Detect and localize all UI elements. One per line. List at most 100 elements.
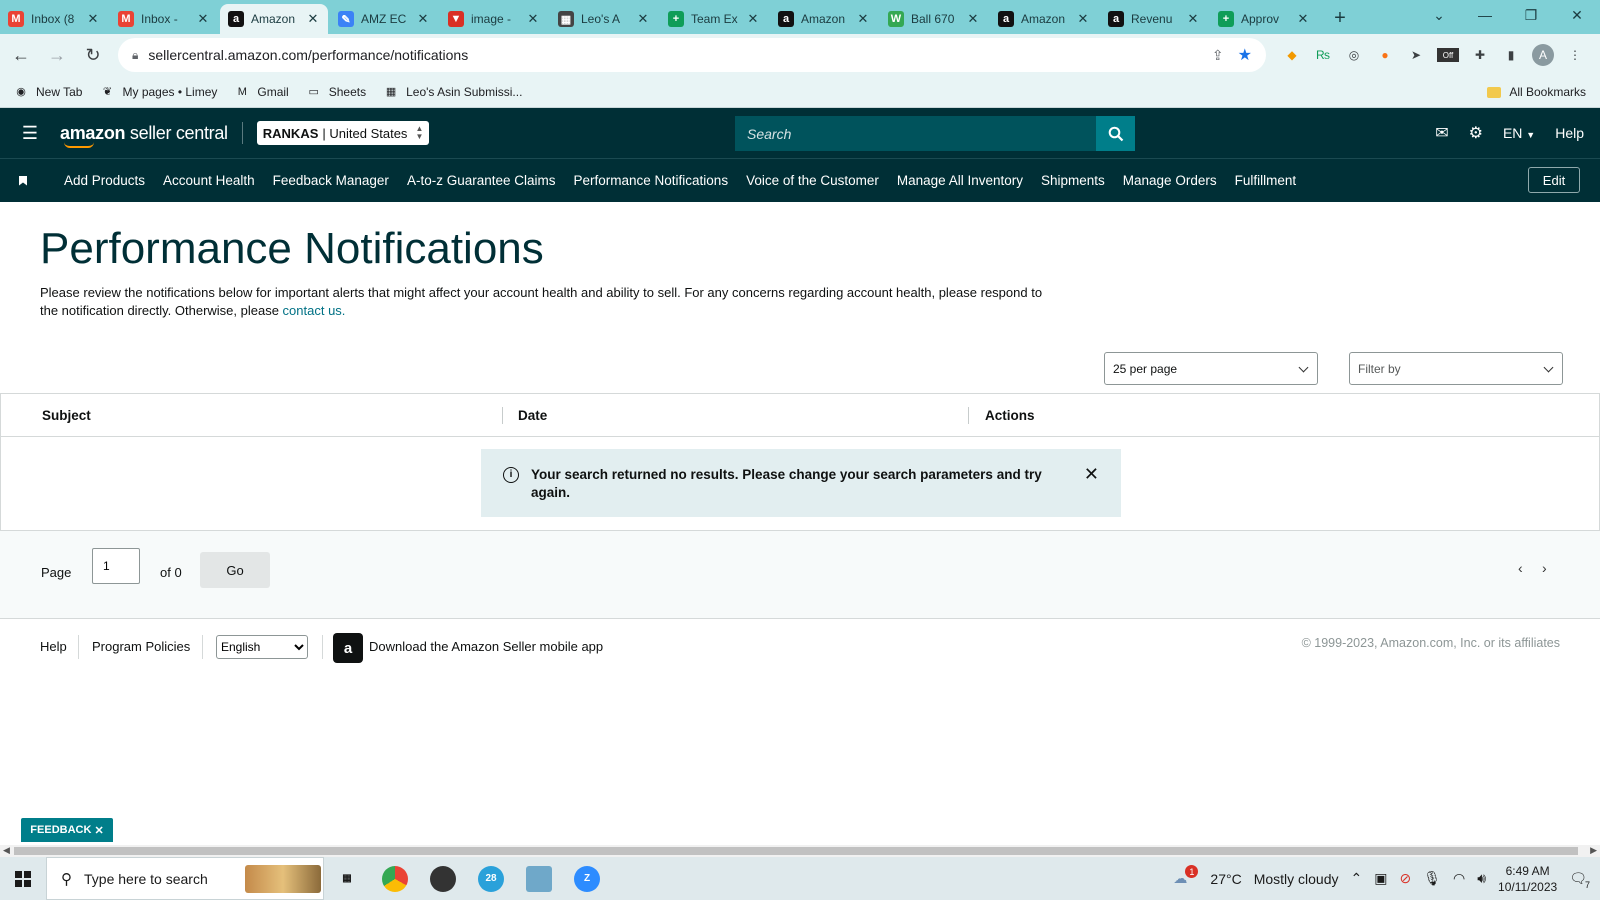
close-tab-icon[interactable]: ✕ (196, 11, 210, 27)
puzzle-icon[interactable]: ✚ (1470, 45, 1490, 65)
close-tab-icon[interactable]: ✕ (1296, 11, 1310, 27)
windows-start-icon[interactable] (0, 870, 46, 887)
account-switcher[interactable]: RANKAS | United States ▲ ▼ (256, 121, 430, 145)
nav-item[interactable]: Account Health (163, 173, 255, 188)
nav-item[interactable]: Performance Notifications (574, 173, 729, 188)
bookmark-item[interactable]: ◉ New Tab (14, 85, 82, 99)
close-tab-icon[interactable]: ✕ (526, 11, 540, 27)
restore-icon[interactable]: ❐ (1508, 0, 1554, 30)
nav-item[interactable]: Manage All Inventory (897, 173, 1023, 188)
chrome-icon[interactable] (382, 865, 408, 892)
weather-temp[interactable]: 27°C (1210, 871, 1241, 887)
close-tab-icon[interactable]: ✕ (746, 11, 760, 27)
column-header-subject[interactable]: Subject (42, 408, 91, 423)
clock[interactable]: 6:49 AM 10/11/2023 (1498, 863, 1557, 895)
task-view-icon[interactable]: ▦ (334, 866, 360, 892)
nav-item[interactable]: Feedback Manager (273, 173, 389, 188)
close-tab-icon[interactable]: ✕ (1076, 11, 1090, 27)
close-tab-icon[interactable]: ✕ (1186, 11, 1200, 27)
footer-language-select[interactable]: English (216, 635, 308, 659)
amazon-seller-central-logo[interactable]: amazon seller central (60, 123, 228, 148)
side-panel-icon[interactable]: ▮ (1501, 45, 1521, 65)
browser-tab[interactable]: a Amazon ✕ (770, 4, 878, 34)
browser-tab[interactable]: ▦ Leo's A ✕ (550, 4, 658, 34)
nav-item[interactable]: Fulfillment (1235, 173, 1297, 188)
download-app-link[interactable]: Download the Amazon Seller mobile app (369, 639, 603, 654)
extension-off-icon[interactable]: Off (1437, 48, 1459, 62)
browser-tab[interactable]: ▼ image - ✕ (440, 4, 548, 34)
menu-kebab-icon[interactable]: ⋮ (1565, 45, 1585, 65)
nav-item[interactable]: Add Products (64, 173, 145, 188)
bookmark-item[interactable]: ❦ My pages • Limey (100, 85, 218, 99)
nav-item[interactable]: Manage Orders (1123, 173, 1217, 188)
forward-icon[interactable]: → (42, 40, 72, 70)
wifi-icon[interactable]: ◠ (1453, 870, 1465, 887)
meet-icon[interactable]: ▣ (1374, 870, 1387, 887)
browser-tab[interactable]: a Revenu ✕ (1100, 4, 1208, 34)
gear-icon[interactable]: ⚙ (1469, 123, 1483, 143)
weather-desc[interactable]: Mostly cloudy (1254, 871, 1339, 887)
column-header-date[interactable]: Date (518, 408, 547, 423)
reload-icon[interactable]: ↻ (78, 40, 108, 70)
horizontal-scrollbar[interactable]: ◀ ▶ (0, 845, 1600, 857)
footer-help-link[interactable]: Help (40, 639, 67, 654)
mail-icon[interactable]: ✉ (1435, 123, 1448, 143)
browser-tab[interactable]: a Amazon ✕ (220, 4, 328, 34)
close-window-icon[interactable]: ✕ (1554, 0, 1600, 30)
notepad-icon[interactable] (526, 865, 552, 892)
scrollbar-thumb[interactable] (14, 847, 1578, 855)
browser-tab[interactable]: M Inbox - ✕ (110, 4, 218, 34)
next-page-icon[interactable]: › (1542, 560, 1547, 576)
browser-tab[interactable]: + Approv ✕ (1210, 4, 1318, 34)
extension-icon[interactable]: ◎ (1344, 45, 1364, 65)
url-field[interactable]: 🔒︎ sellercentral.amazon.com/performance/… (118, 38, 1266, 72)
browser-tab[interactable]: + Team Ex ✕ (660, 4, 768, 34)
browser-tab[interactable]: M Inbox (8 ✕ (0, 4, 108, 34)
scroll-right-icon[interactable]: ▶ (1590, 845, 1597, 856)
close-tab-icon[interactable]: ✕ (636, 11, 650, 27)
header-search-input[interactable] (735, 116, 1096, 151)
bookmark-icon[interactable] (0, 175, 46, 186)
browser-tab[interactable]: ✎ AMZ EC ✕ (330, 4, 438, 34)
program-policies-link[interactable]: Program Policies (92, 639, 190, 654)
back-icon[interactable]: ← (6, 40, 36, 70)
amazon-app-icon[interactable]: a (333, 633, 363, 663)
bookmark-item[interactable]: ▭ Sheets (307, 85, 367, 99)
extension-icon[interactable]: ➤ (1406, 45, 1426, 65)
close-tab-icon[interactable]: ✕ (86, 11, 100, 27)
profile-avatar[interactable]: A (1532, 44, 1554, 66)
prev-page-icon[interactable]: ‹ (1518, 560, 1523, 576)
scroll-left-icon[interactable]: ◀ (3, 845, 10, 856)
per-page-dropdown[interactable]: 25 per page (1104, 352, 1318, 385)
extension-icon[interactable]: ₨ (1313, 45, 1333, 65)
contact-us-link[interactable]: contact us. (283, 303, 346, 318)
search-button[interactable] (1096, 116, 1135, 151)
edit-nav-button[interactable]: Edit (1528, 167, 1580, 193)
zoom-icon[interactable]: Z (574, 865, 600, 892)
bookmark-star-icon[interactable]: ★ (1238, 45, 1252, 65)
feedback-tab[interactable]: FEEDBACK ✕ (21, 818, 113, 842)
close-icon[interactable]: ✕ (94, 824, 103, 837)
bookmark-item[interactable]: ▦ Leo's Asin Submissi... (384, 85, 523, 99)
chrome-alt-icon[interactable] (430, 865, 456, 892)
nav-item[interactable]: A-to-z Guarantee Claims (407, 173, 556, 188)
bookmark-item[interactable]: M Gmail (235, 85, 289, 99)
all-bookmarks[interactable]: All Bookmarks (1487, 76, 1586, 108)
new-tab-button[interactable]: + (1326, 4, 1354, 32)
share-icon[interactable]: ⇪ (1212, 47, 1224, 64)
filter-by-dropdown[interactable]: Filter by (1349, 352, 1563, 385)
extension-icon[interactable]: ◆ (1282, 45, 1302, 65)
volume-icon[interactable]: 🔊︎ (1477, 870, 1486, 887)
close-tab-icon[interactable]: ✕ (966, 11, 980, 27)
sync-icon[interactable]: ⊘ (1399, 870, 1411, 887)
telegram-icon[interactable]: 28 (478, 865, 504, 892)
page-number-input[interactable] (92, 548, 140, 584)
language-selector[interactable]: EN ▼ (1503, 125, 1535, 141)
browser-tab[interactable]: W Ball 670 ✕ (880, 4, 988, 34)
hamburger-menu-icon[interactable]: ☰ (0, 123, 60, 144)
close-icon[interactable]: ✕ (1084, 465, 1099, 483)
tab-search-icon[interactable]: ⌄ (1416, 0, 1462, 30)
help-link[interactable]: Help (1555, 125, 1584, 141)
extension-icon[interactable]: ● (1375, 45, 1395, 65)
close-tab-icon[interactable]: ✕ (416, 11, 430, 27)
